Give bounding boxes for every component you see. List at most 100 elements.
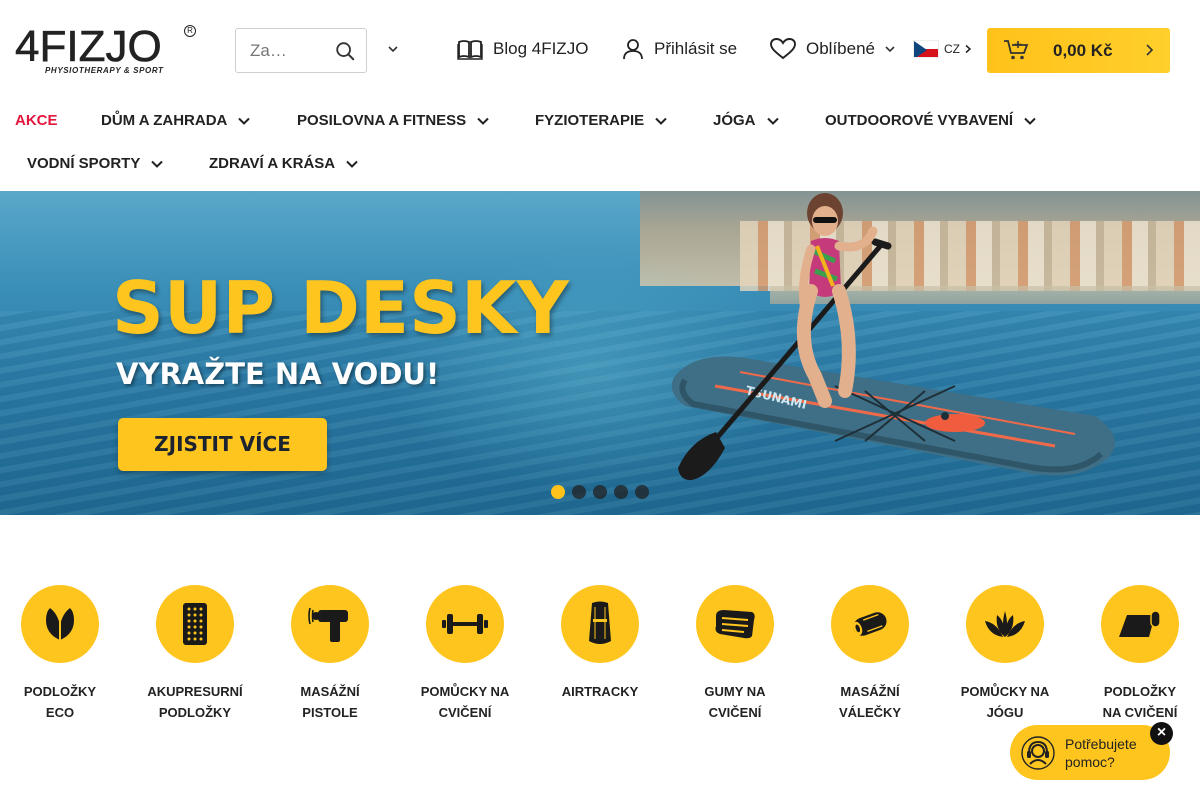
chevron-down-icon (238, 117, 251, 125)
nav-label: OUTDOOROVÉ VYBAVENÍ (825, 112, 1014, 129)
nav-label: DŮM A ZAHRADA (101, 112, 228, 129)
search-box[interactable] (235, 28, 367, 73)
category-label: MASÁŽNÍ VÁLEČKY (838, 684, 902, 720)
registered-mark-icon: R (184, 25, 196, 37)
category-podlozky-eco[interactable]: PODLOŽKY ECO (0, 585, 120, 723)
chevron-down-icon (655, 117, 667, 125)
hero-subtitle: VYRAŽTE NA VODU! (116, 357, 440, 391)
hero-banner[interactable]: SUP DESKY VYRAŽTE NA VODU! ZJISTIT VÍCE … (0, 191, 1200, 515)
category-icon-wrap (561, 585, 639, 663)
nav-item-zdravi-a-krasa[interactable]: ZDRAVÍ A KRÁSA (209, 155, 359, 172)
category-label: POMŮCKY NA CVIČENÍ (420, 684, 510, 720)
user-icon (623, 39, 643, 60)
acupressure-mat-icon (183, 603, 207, 645)
close-icon[interactable]: × (1150, 722, 1173, 745)
search-icon[interactable] (334, 40, 356, 62)
airtrack-icon (589, 601, 611, 644)
category-label: AIRTRACKY (561, 684, 639, 699)
chevron-down-icon (1024, 117, 1036, 125)
search-options-chevron-icon[interactable] (386, 42, 400, 56)
category-pomucky-na-jogu[interactable]: POMŮCKY NA JÓGU (945, 585, 1065, 723)
nav-label: FYZIOTERAPIE (535, 112, 645, 129)
help-chat-widget[interactable]: Potřebujete pomoc? (1010, 725, 1170, 780)
logo[interactable]: 4FIZJO R PHYSIOTHERAPY & SPORT (15, 22, 197, 75)
nav-item-outdoorove-vybaveni[interactable]: OUTDOOROVÉ VYBAVENÍ (825, 112, 1037, 129)
carousel-dot[interactable] (614, 485, 628, 499)
czech-flag-icon (913, 40, 939, 58)
nav-item-fyzioterapie[interactable]: FYZIOTERAPIE (535, 112, 668, 129)
category-navigation: AKCE DŮM A ZAHRADA POSILOVNA A FITNESS F… (0, 100, 1200, 190)
category-akupresurni-podlozky[interactable]: AKUPRESURNÍ PODLOŽKY (135, 585, 255, 723)
chevron-right-icon (965, 44, 972, 54)
heart-icon (770, 38, 796, 60)
category-gumy-na-cviceni[interactable]: GUMY NA CVIČENÍ (675, 585, 795, 723)
carousel-dots (551, 485, 649, 499)
leaf-icon (46, 608, 74, 640)
language-code: CZ (944, 42, 960, 56)
language-switcher[interactable]: CZ (913, 40, 973, 58)
category-label: PODLOŽKY NA CVIČENÍ (1102, 684, 1178, 720)
category-label: POMŮCKY NA JÓGU (960, 684, 1050, 720)
category-icon-wrap (156, 585, 234, 663)
help-text: Potřebujete pomoc? (1065, 736, 1137, 770)
carousel-dot[interactable] (635, 485, 649, 499)
nav-label: POSILOVNA A FITNESS (297, 112, 467, 129)
nav-label: VODNÍ SPORTY (27, 155, 141, 172)
carousel-dot[interactable] (551, 485, 565, 499)
login-link[interactable]: Přihlásit se (622, 38, 737, 60)
support-headset-icon (1021, 736, 1055, 770)
exercise-mat-icon (1119, 610, 1161, 637)
chevron-down-icon (766, 117, 779, 125)
logo-tagline: PHYSIOTHERAPY & SPORT (45, 66, 164, 75)
nav-label: AKCE (15, 112, 58, 129)
nav-label: JÓGA (713, 112, 756, 129)
cart-add-icon (1004, 40, 1029, 60)
hero-cta-button[interactable]: ZJISTIT VÍCE (118, 418, 327, 471)
nav-label: ZDRAVÍ A KRÁSA (209, 155, 336, 172)
category-label: AKUPRESURNÍ PODLOŽKY (147, 684, 243, 720)
paddler-image (796, 193, 878, 408)
nav-item-dum-a-zahrada[interactable]: DŮM A ZAHRADA (101, 112, 251, 129)
cart-total: 0,00 Kč (1053, 41, 1113, 60)
category-airtracky[interactable]: AIRTRACKY (540, 585, 660, 702)
category-masazni-pistole[interactable]: MASÁŽNÍ PISTOLE (270, 585, 390, 723)
category-icon-wrap (1101, 585, 1179, 663)
blog-label: Blog 4FIZJO (493, 39, 589, 58)
nav-item-akce[interactable]: AKCE (15, 112, 58, 129)
category-icon-wrap (21, 585, 99, 663)
logo-text: 4FIZJO (15, 22, 162, 71)
category-masazni-valecky[interactable]: MASÁŽNÍ VÁLEČKY (810, 585, 930, 723)
hero-title: SUP DESKY (112, 266, 569, 350)
category-icon-wrap (291, 585, 369, 663)
search-input[interactable] (250, 41, 330, 61)
resistance-band-icon (715, 610, 755, 639)
nav-item-posilovna-a-fitness[interactable]: POSILOVNA A FITNESS (297, 112, 490, 129)
foam-roller-icon (853, 612, 887, 636)
cart-button[interactable]: 0,00 Kč (987, 28, 1170, 73)
login-label: Přihlásit se (654, 39, 738, 58)
lotus-icon (985, 611, 1025, 637)
chevron-right-icon (1146, 44, 1154, 56)
massage-gun-icon (308, 607, 348, 642)
favorites-label: Oblíbené (806, 39, 875, 58)
carousel-dot[interactable] (593, 485, 607, 499)
category-icon-wrap (966, 585, 1044, 663)
chevron-down-icon (151, 160, 164, 168)
category-label: MASÁŽNÍ PISTOLE (300, 684, 360, 720)
dumbbell-icon (442, 614, 488, 634)
chevron-down-icon (477, 117, 489, 125)
category-podlozky-na-cviceni[interactable]: PODLOŽKY NA CVIČENÍ (1080, 585, 1200, 723)
nav-item-joga[interactable]: JÓGA (713, 112, 780, 129)
featured-categories: PODLOŽKY ECO AKUPRESURNÍ PODLOŽKY MASÁŽN… (0, 585, 1200, 725)
category-pomucky-na-cviceni[interactable]: POMŮCKY NA CVIČENÍ (405, 585, 525, 723)
category-icon-wrap (696, 585, 774, 663)
site-header: 4FIZJO R PHYSIOTHERAPY & SPORT Blog 4FIZ… (0, 0, 1200, 100)
blog-link[interactable]: Blog 4FIZJO (457, 38, 588, 60)
category-icon-wrap (426, 585, 504, 663)
carousel-dot[interactable] (572, 485, 586, 499)
category-label: GUMY NA CVIČENÍ (704, 684, 766, 720)
book-icon (457, 40, 483, 60)
category-icon-wrap (831, 585, 909, 663)
favorites-link[interactable]: Oblíbené (770, 38, 897, 60)
nav-item-vodni-sporty[interactable]: VODNÍ SPORTY (27, 155, 164, 172)
